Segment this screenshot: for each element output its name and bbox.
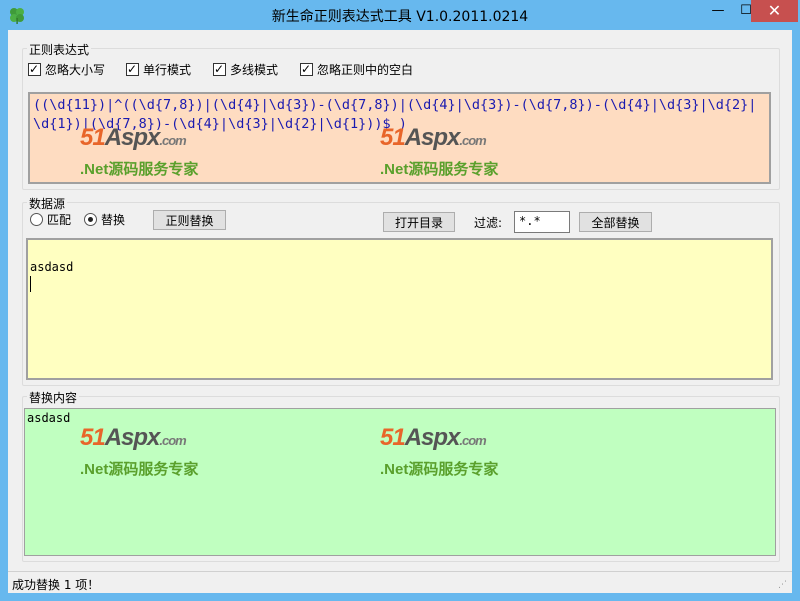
checkbox-check-icon [126,61,139,77]
window-title: 新生命正则表达式工具 V1.0.2011.0214 [271,9,529,25]
checkbox-check-icon [300,61,313,77]
close-button[interactable]: ✕ [751,0,798,22]
watermark-logo: 51Aspx.com [80,124,187,151]
radio-icon [30,213,43,226]
app-window: 新生命正则表达式工具 V1.0.2011.0214 — ☐ ✕ 正则表达式 忽略… [0,0,800,601]
source-group-title: 数据源 [27,195,68,212]
status-bar: 成功替换 1 项！ ⋰ [8,571,792,593]
watermark-logo: 51Aspx.com [80,424,187,451]
window-frame-right [792,30,800,601]
resize-grip-icon[interactable]: ⋰ [778,580,788,590]
text-caret [30,276,31,292]
watermark-logo: 51Aspx.com [380,124,487,151]
watermark-tagline: .Net源码服务专家 [80,461,199,478]
filter-input[interactable]: *.* [514,211,570,233]
ignore-case-checkbox[interactable]: 忽略大小写 [28,61,105,78]
source-text: asdasd [30,260,74,274]
result-group-title: 替换内容 [27,389,80,406]
multiline-checkbox[interactable]: 多线模式 [213,61,278,78]
watermark-tagline: .Net源码服务专家 [380,161,499,178]
minimize-button[interactable]: — [704,0,732,22]
replace-all-button[interactable]: 全部替换 [579,212,652,232]
filter-label: 过滤: [474,216,503,230]
singleline-checkbox[interactable]: 单行模式 [126,61,191,78]
result-text: asdasd [27,411,71,425]
radio-selected-icon [84,213,97,226]
replace-mode-radio[interactable]: 替换 [84,212,125,228]
checkbox-check-icon [213,61,226,77]
ignore-whitespace-checkbox[interactable]: 忽略正则中的空白 [300,61,413,78]
match-mode-radio[interactable]: 匹配 [30,212,71,228]
source-text-area[interactable]: asdasd [26,238,773,380]
checkbox-check-icon [28,61,41,77]
open-directory-button[interactable]: 打开目录 [383,212,455,232]
window-frame-left [0,30,8,601]
status-text: 成功替换 1 项！ [12,578,100,592]
window-frame-bottom [0,593,800,601]
regex-replace-button[interactable]: 正则替换 [153,210,226,230]
title-bar[interactable]: 新生命正则表达式工具 V1.0.2011.0214 — ☐ ✕ [0,0,800,30]
regex-group-title: 正则表达式 [27,41,92,58]
watermark-tagline: .Net源码服务专家 [80,161,199,178]
watermark-tagline: .Net源码服务专家 [380,461,499,478]
watermark-logo: 51Aspx.com [380,424,487,451]
